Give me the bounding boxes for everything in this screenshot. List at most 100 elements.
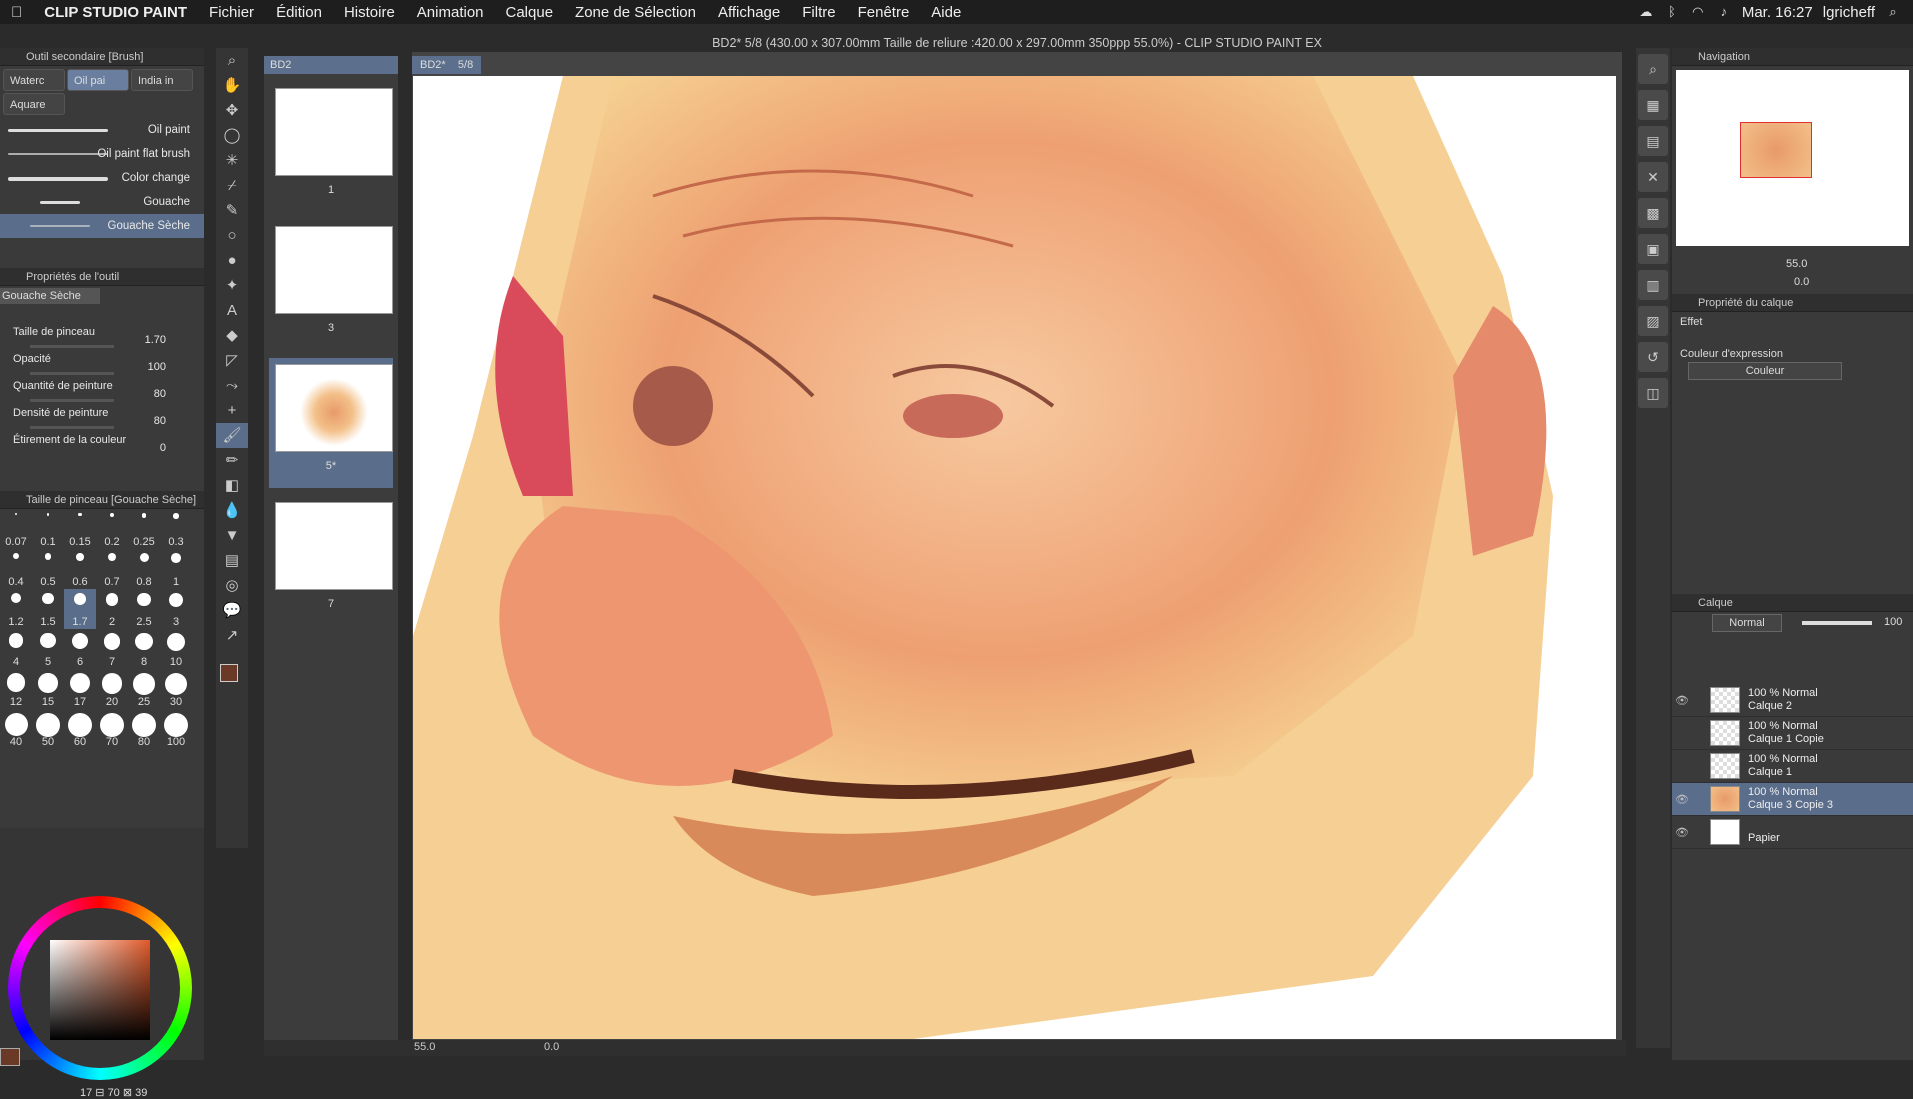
opacity-value[interactable]: 100 [1884,616,1902,628]
menu-selection[interactable]: Zone de Sélection [564,4,707,21]
sv-square[interactable] [50,940,150,1040]
status-angle[interactable]: 0.0 [544,1041,559,1053]
menu-edition[interactable]: Édition [265,4,333,21]
brush-size-option[interactable]: 12 [0,669,32,709]
menu-filtre[interactable]: Filtre [791,4,846,21]
layer-search-icon[interactable]: ◫ [1638,378,1668,408]
balloon-icon[interactable]: 💬 [216,598,248,623]
prop-opacity[interactable]: Opacité 100 [0,353,204,380]
prop-slider[interactable] [30,399,114,402]
user-name[interactable]: lgricheff [1823,4,1875,21]
brush-size-option[interactable]: 70 [96,709,128,749]
tab-india-ink[interactable]: India in [131,69,193,91]
brush-size-option[interactable]: 2 [96,589,128,629]
prop-paint-amount[interactable]: Quantité de peinture 80 [0,380,204,407]
nav-rotate-value[interactable]: 0.0 [1794,276,1809,288]
eyedropper-icon[interactable]: ⌿ [216,173,248,198]
brush-size-option[interactable]: 20 [96,669,128,709]
search-icon[interactable]: ⌕ [1885,4,1901,20]
menu-histoire[interactable]: Histoire [333,4,406,21]
menu-fenetre[interactable]: Fenêtre [847,4,921,21]
text-icon[interactable]: A [216,298,248,323]
nav-zoom-value[interactable]: 55.0 [1786,258,1807,270]
brush-size-option[interactable]: 1 [160,549,192,589]
brush-icon[interactable]: 🖌 [216,423,248,448]
layer-panel-title[interactable]: Calque [1672,594,1913,612]
menu-fichier[interactable]: Fichier [198,4,265,21]
prop-slider[interactable] [30,372,114,375]
menu-affichage[interactable]: Affichage [707,4,791,21]
drawing-canvas[interactable] [413,76,1616,1039]
brush-size-option[interactable]: 60 [64,709,96,749]
page-thumb-7[interactable]: 7 [269,496,393,626]
brush-size-option[interactable]: 40 [0,709,32,749]
brush-size-option[interactable]: 4 [0,629,32,669]
layer-row[interactable]: 👁 100 % Normal Calque 2 [1672,684,1913,717]
layer-row[interactable]: 100 % Normal Calque 1 [1672,750,1913,783]
brush-color-change[interactable]: Color change [0,166,204,190]
document-tab[interactable]: BD2* 5/8 [412,56,482,74]
tab-oil-paint[interactable]: Oil pai [67,69,129,91]
tone-icon[interactable]: ▩ [1638,198,1668,228]
eye-icon[interactable]: 👁 [1672,694,1692,707]
status-zoom[interactable]: 55.0 [414,1041,435,1053]
eye-icon[interactable]: 👁 [1672,793,1692,806]
apple-icon[interactable]:  [0,4,33,21]
volume-icon[interactable]: ♪ [1716,4,1732,20]
brush-size-option[interactable]: 1.5 [32,589,64,629]
brush-size-option[interactable]: 0.25 [128,509,160,549]
sparkle-icon[interactable]: ✦ [216,273,248,298]
plus-icon[interactable]: + [216,398,248,423]
prop-value[interactable]: 100 [148,361,166,373]
brush-size-option[interactable]: 8 [128,629,160,669]
page-thumb-3[interactable]: 3 [269,220,393,350]
blend-mode-select[interactable]: Normal [1712,614,1782,632]
brush-size-option[interactable]: 100 [160,709,192,749]
pages-tab[interactable]: BD2 [264,56,398,74]
brush-oil-paint[interactable]: Oil paint [0,118,204,142]
prop-brush-size[interactable]: Taille de pinceau 1.70 [0,326,204,353]
bluetooth-icon[interactable]: ᛒ [1664,4,1680,20]
tab-aquarelle[interactable]: Aquare [3,93,65,115]
prop-slider[interactable] [30,426,114,429]
close-panel-icon[interactable]: ✕ [1638,162,1668,192]
history-icon[interactable]: ↺ [1638,342,1668,372]
eye-icon[interactable]: 👁 [1672,826,1692,839]
circle-icon[interactable]: ● [216,248,248,273]
brush-size-option[interactable]: 0.5 [32,549,64,589]
wifi-icon[interactable]: ◠ [1690,4,1706,20]
hand-icon[interactable]: ✋ [216,73,248,98]
brush-size-option[interactable]: 7 [96,629,128,669]
brush-size-option[interactable]: 1.2 [0,589,32,629]
pencil-icon[interactable]: ✏ [216,448,248,473]
brush-size-option[interactable]: 0.15 [64,509,96,549]
correct-line-icon[interactable]: ↗ [216,623,248,648]
magic-wand-icon[interactable]: ✳ [216,148,248,173]
page-thumb-5[interactable]: 5* [269,358,393,488]
lasso-icon[interactable]: ◯ [216,123,248,148]
ellipse-icon[interactable]: ○ [216,223,248,248]
prop-value[interactable]: 1.70 [145,334,166,346]
brush-size-option[interactable]: 15 [32,669,64,709]
menu-calque[interactable]: Calque [495,4,565,21]
tab-watercolor[interactable]: Waterc [3,69,65,91]
brush-size-option[interactable]: 50 [32,709,64,749]
brush-size-option[interactable]: 0.6 [64,549,96,589]
menu-animation[interactable]: Animation [406,4,495,21]
brush-size-option[interactable]: 10 [160,629,192,669]
prop-slider[interactable] [30,345,114,348]
opacity-slider[interactable] [1802,621,1872,625]
ruler-icon[interactable]: ◸ [216,348,248,373]
brush-size-option[interactable]: 0.1 [32,509,64,549]
pen-icon[interactable]: ✎ [216,198,248,223]
brush-size-option[interactable]: 17 [64,669,96,709]
menu-aide[interactable]: Aide [920,4,972,21]
vector-icon[interactable]: ⤳ [216,373,248,398]
fill-icon[interactable]: ◆ [216,323,248,348]
navigator-title[interactable]: Navigation [1672,48,1913,66]
brush-oil-flat[interactable]: Oil paint flat brush [0,142,204,166]
clock[interactable]: Mar. 16:27 [1742,4,1813,21]
layer-row[interactable]: 👁 100 % Normal Calque 3 Copie 3 [1672,783,1913,816]
brush-size-option[interactable]: 30 [160,669,192,709]
brush-size-option[interactable]: 0.4 [0,549,32,589]
